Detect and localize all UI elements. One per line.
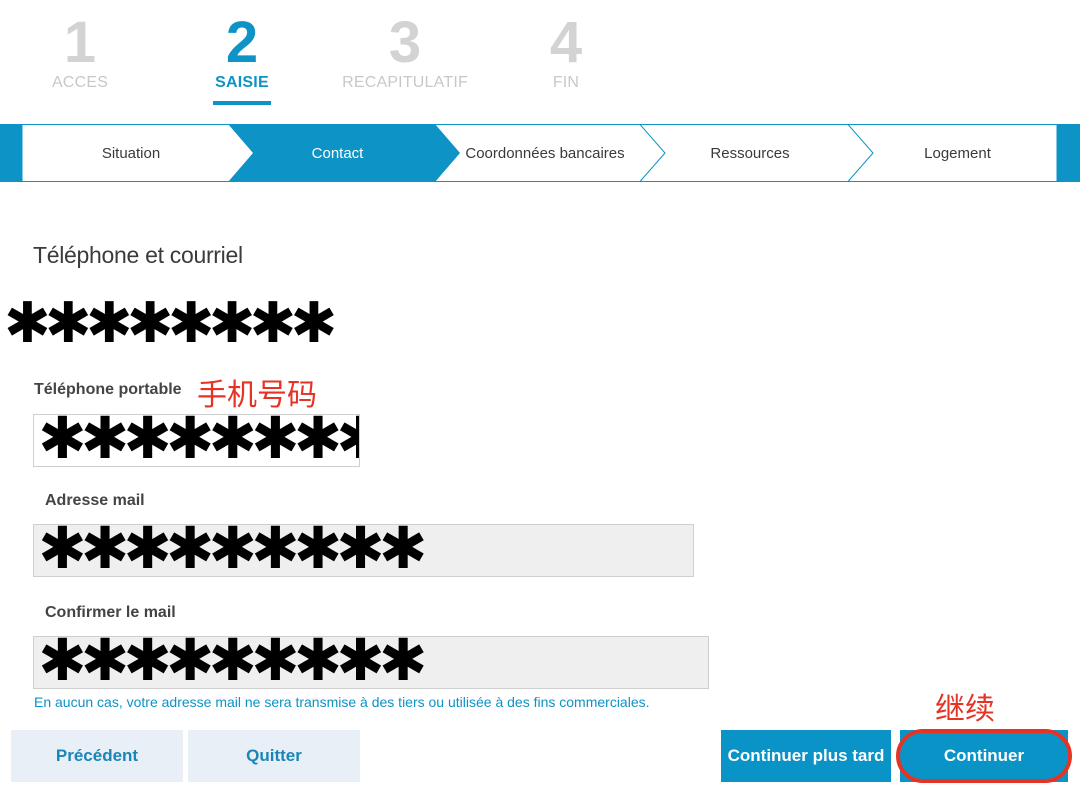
section-title: Téléphone et courriel [33, 242, 243, 268]
masked-subtitle: ✱✱✱✱✱✱✱✱ [4, 291, 337, 356]
email-label: Adresse mail [45, 492, 145, 509]
phone-label: Téléphone portable [34, 381, 182, 398]
step-label: RECAPITULATIF [342, 74, 468, 91]
step-indicator: 1 ACCES 2 SAISIE 3 RECAPITULATIF 4 FIN [0, 0, 1080, 120]
step-number: 4 [549, 10, 583, 75]
phone-annotation: 手机号码 [197, 378, 317, 413]
quit-button[interactable]: Quitter [188, 730, 360, 782]
email-confirm-label: Confirmer le mail [45, 604, 176, 621]
phone-input[interactable]: ✱✱✱✱✱✱✱✱ [33, 414, 360, 467]
step-recapitulatif: 3 RECAPITULATIF [340, 14, 470, 92]
phone-value: ✱✱✱✱✱✱✱✱ [38, 414, 360, 467]
step-label: FIN [552, 74, 580, 91]
step-number: 1 [63, 10, 97, 75]
step-fin: 4 FIN [501, 14, 631, 92]
privacy-note: En aucun cas, votre adresse mail ne sera… [34, 694, 650, 710]
email-input[interactable]: ✱✱✱✱✱✱✱✱✱ [33, 524, 694, 577]
progress-tab-contact[interactable]: Contact [240, 124, 435, 182]
step-saisie: 2 SAISIE [177, 14, 307, 105]
step-acces: 1 ACCES [15, 14, 145, 92]
step-label: SAISIE [215, 74, 269, 91]
progress-tab-coordonnees-bancaires[interactable]: Coordonnées bancaires [455, 124, 635, 182]
email-confirm-input[interactable]: ✱✱✱✱✱✱✱✱✱ [33, 636, 709, 689]
continue-annotation: 继续 [935, 692, 995, 727]
email-confirm-value: ✱✱✱✱✱✱✱✱✱ [38, 636, 427, 689]
continue-later-button[interactable]: Continuer plus tard [721, 730, 891, 782]
form-progress-bar: Situation Contact Coordonnées bancaires … [0, 124, 1080, 182]
progress-tab-logement[interactable]: Logement [865, 124, 1050, 182]
step-number: 2 [225, 10, 259, 75]
step-number: 3 [388, 10, 422, 75]
email-value: ✱✱✱✱✱✱✱✱✱ [38, 524, 427, 577]
progress-tab-ressources[interactable]: Ressources [655, 124, 845, 182]
previous-button[interactable]: Précédent [11, 730, 183, 782]
annotation-circle [896, 729, 1072, 783]
step-label: ACCES [51, 74, 109, 91]
progress-tab-situation[interactable]: Situation [22, 124, 240, 182]
active-step-underline [213, 101, 271, 105]
